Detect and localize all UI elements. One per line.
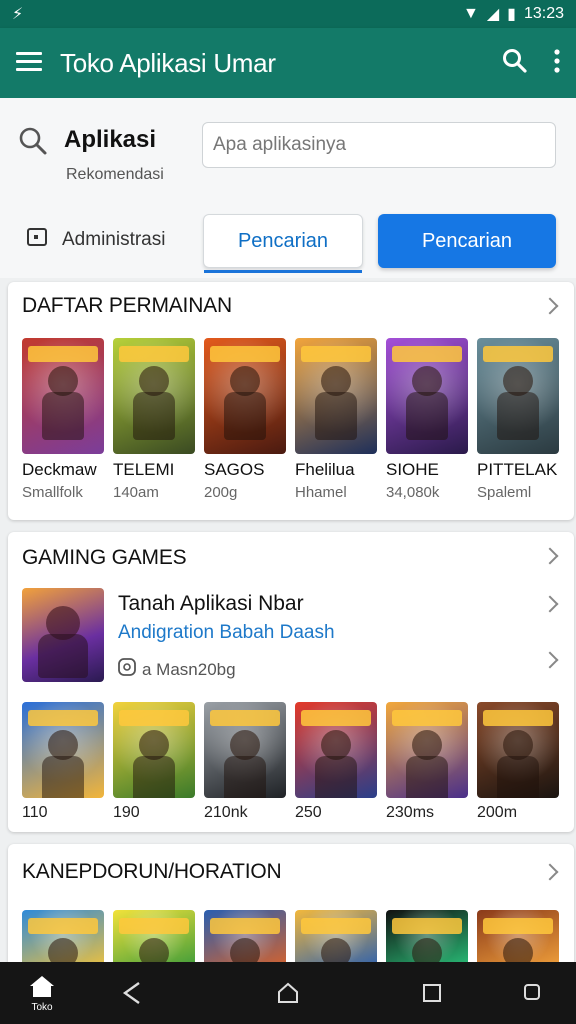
search-sublabel: Rekomendasi [66, 166, 164, 183]
app-title: Toko Aplikasi Umar [60, 47, 276, 78]
app-tile-name: SAGOS [204, 460, 265, 479]
app-tile-image[interactable] [204, 338, 286, 454]
nav-recents[interactable] [414, 962, 450, 1024]
chevron-right-icon[interactable] [541, 651, 559, 669]
wrench-icon: ⚡ [12, 6, 24, 23]
admin-icon [26, 226, 48, 254]
section-title: KANEPDORUN/HORATION [22, 860, 282, 883]
menu-icon[interactable] [16, 51, 42, 76]
nav-back[interactable] [114, 962, 150, 1024]
app-tile-image[interactable] [386, 338, 468, 454]
app-tile-meta: 140am [113, 484, 159, 501]
battery-icon: ▮ [507, 6, 516, 23]
app-tile-image[interactable] [477, 338, 559, 454]
status-time: 13:23 [523, 5, 564, 22]
nav-launcher[interactable] [270, 962, 306, 1024]
chevron-right-icon[interactable] [541, 863, 559, 881]
featured-app-meta: a Masn20bg [118, 658, 236, 681]
featured-app-title[interactable]: Tanah Aplikasi Nbar [118, 592, 304, 616]
app-tile-image[interactable] [113, 702, 195, 798]
section-card-2: GAMING GAMES Tanah Aplikasi Nbar Andigra… [8, 532, 574, 832]
chevron-right-icon[interactable] [541, 595, 559, 613]
app-tile-rating: 110 [22, 804, 48, 821]
app-tile-rating: 190 [113, 804, 140, 821]
featured-app-image[interactable] [22, 588, 104, 682]
app-tile-image[interactable] [295, 338, 377, 454]
chevron-right-icon[interactable] [541, 547, 559, 565]
app-tile-meta: Spaleml [477, 484, 532, 501]
nav-home[interactable]: Toko [18, 962, 66, 1024]
featured-app-meta-text: a Masn20bg [142, 659, 236, 679]
magnifier-icon [18, 126, 48, 161]
chevron-right-icon[interactable] [541, 297, 559, 315]
more-options-icon[interactable] [554, 48, 560, 78]
app-tile-name: PITTELAK [477, 460, 558, 479]
app-tile-image[interactable] [477, 702, 559, 798]
app-tile-meta: 34,080k [386, 484, 440, 501]
app-tile-image[interactable] [113, 338, 195, 454]
signal-icon: ◢ [486, 6, 500, 23]
app-tile-name: Deckmaw [22, 460, 97, 479]
nav-home-label: Toko [31, 1002, 53, 1013]
app-tile-meta: Smallfolk [22, 484, 83, 501]
app-tile-image[interactable] [295, 702, 377, 798]
app-tile-image[interactable] [295, 910, 377, 970]
home-button-icon [278, 982, 298, 1003]
section-title: GAMING GAMES [22, 546, 187, 569]
app-tile-name: Fhelilua [295, 460, 355, 479]
filter-label: Administrasi [62, 229, 166, 250]
app-tile-rating: 250 [295, 804, 322, 821]
app-tile-rating: 230ms [386, 804, 435, 821]
search-label: Aplikasi [64, 126, 157, 153]
app-tile-image[interactable] [386, 910, 468, 970]
app-tile-image[interactable] [386, 702, 468, 798]
info-icon [118, 658, 136, 681]
nav-extra[interactable] [508, 962, 556, 1024]
featured-app-subtitle[interactable]: Andigration Babah Daash [118, 622, 335, 644]
app-bar: Toko Aplikasi Umar [0, 28, 576, 98]
app-tile-image[interactable] [22, 702, 104, 798]
section-card-1: DAFTAR PERMAINAN Deckmaw Smallfolk TELEMI 1… [8, 282, 574, 520]
recents-icon [423, 984, 441, 1002]
search-area: Aplikasi Rekomendasi Administrasi Pencar… [0, 98, 576, 278]
app-tile-image[interactable] [204, 910, 286, 970]
app-tile-image[interactable] [477, 910, 559, 970]
app-tile-image[interactable] [22, 338, 104, 454]
app-tile-image[interactable] [113, 910, 195, 970]
app-tile-name: SIOHE [386, 460, 439, 479]
app-tile-image[interactable] [22, 910, 104, 970]
app-tile-rating: 210nk [204, 804, 248, 821]
search-icon[interactable] [502, 48, 528, 79]
back-icon [122, 982, 140, 1004]
app-tile-meta: 200g [204, 484, 238, 501]
wifi-icon: ▼ [462, 5, 479, 22]
app-tile-rating: 200m [477, 804, 518, 821]
search-submit-button[interactable]: Pencarian [378, 214, 556, 268]
search-header: Aplikasi [18, 126, 156, 161]
navigation-bar: Toko [0, 962, 576, 1024]
app-tile-image[interactable] [204, 702, 286, 798]
filter-toggle[interactable]: Administrasi [26, 226, 165, 254]
extra-icon [524, 984, 540, 1000]
app-tile-meta: Hhamel [295, 484, 347, 501]
search-tab-button[interactable]: Pencarian [203, 214, 363, 273]
search-input[interactable] [202, 122, 556, 168]
status-bar: ⚡ ▼ ◢ ▮ 13:23 [0, 0, 576, 28]
home-icon [30, 976, 54, 997]
app-tile-name: TELEMI [113, 460, 175, 479]
section-title: DAFTAR PERMAINAN [22, 294, 232, 317]
